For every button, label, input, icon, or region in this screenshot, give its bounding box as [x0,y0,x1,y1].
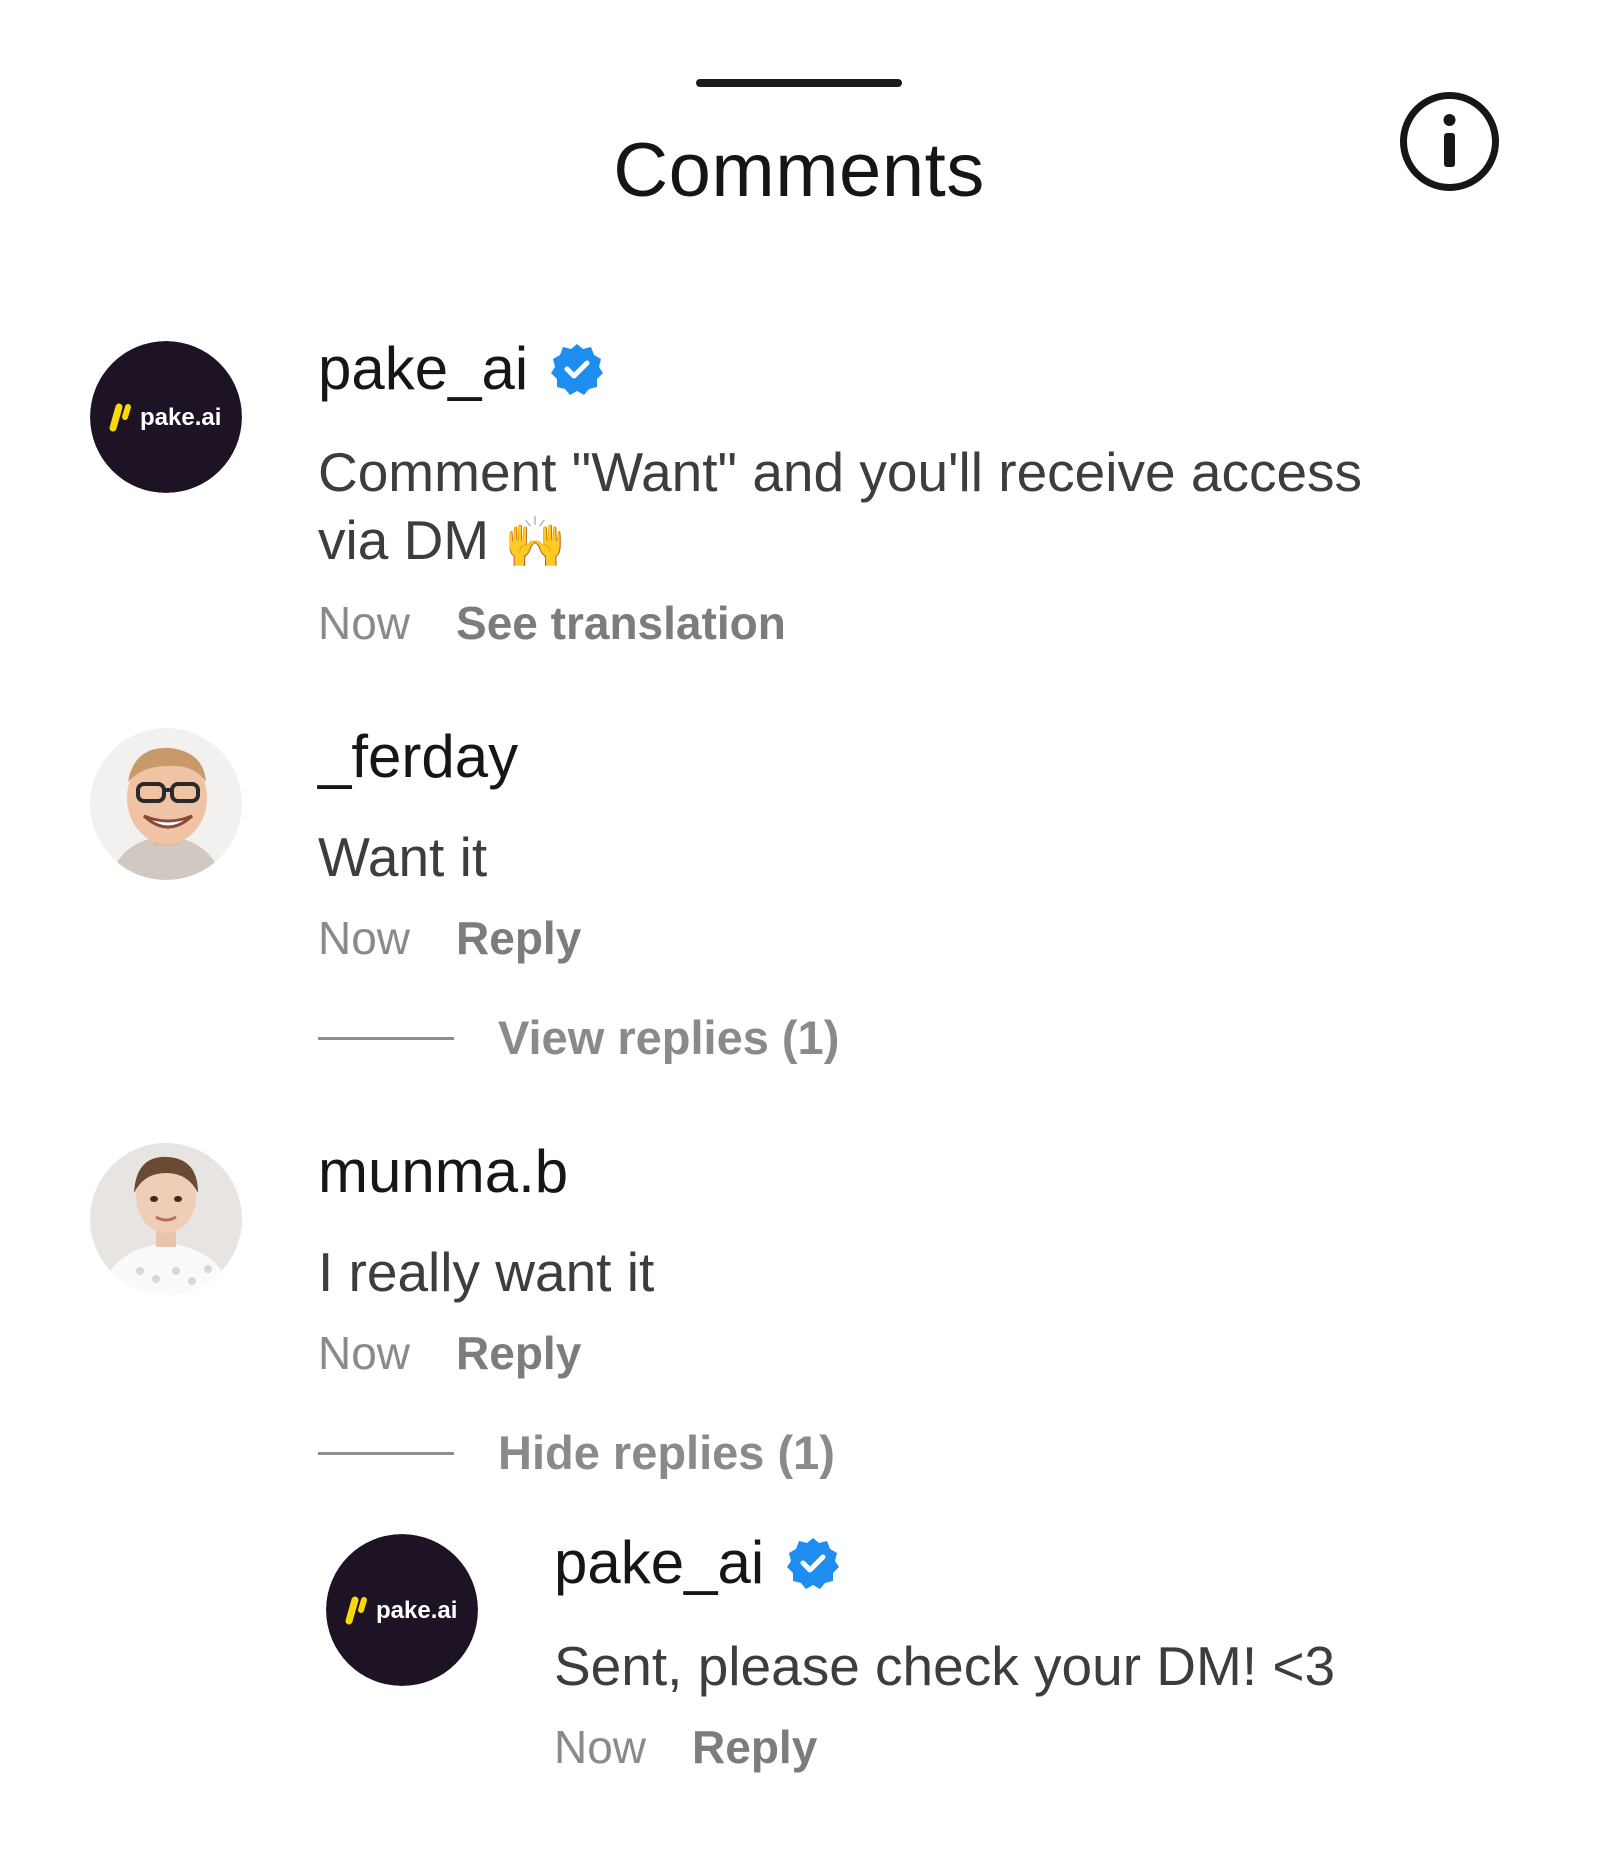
comment-username[interactable]: pake_ai [554,1528,764,1598]
reply-button[interactable]: Reply [692,1719,817,1775]
comment-text: Comment "Want" and you'll receive access… [318,438,1498,576]
comment-timestamp: Now [318,912,411,964]
divider [318,1036,454,1040]
comment-username[interactable]: pake_ai [318,334,528,404]
divider [318,1451,454,1455]
comment-timestamp: Now [318,597,411,649]
comment-username[interactable]: _ferday [318,722,518,792]
comment-timestamp: Now [554,1721,647,1773]
see-translation-button[interactable]: See translation [456,595,786,651]
verified-badge-icon [550,342,604,396]
avatar[interactable]: pake.ai [326,1534,478,1686]
avatar[interactable]: pake.ai [90,341,242,493]
info-icon[interactable] [1398,90,1501,193]
comment-text: Sent, please check your DM! <3 [554,1635,1336,1697]
drag-handle[interactable] [696,79,902,87]
avatar[interactable] [90,1143,242,1295]
avatar-logo-text: pake.ai [140,404,221,431]
comment-username[interactable]: munma.b [318,1137,568,1207]
hide-replies-label: Hide replies (1) [498,1426,835,1479]
view-replies-label: View replies (1) [498,1011,840,1064]
page-title: Comments [613,128,985,213]
view-replies-toggle[interactable]: View replies (1) [318,1010,839,1066]
reply-button[interactable]: Reply [456,910,581,966]
avatar[interactable] [90,728,242,880]
hide-replies-toggle[interactable]: Hide replies (1) [318,1425,835,1481]
comment-text-line: Comment "Want" and you'll receive access [318,441,1363,503]
reply-button[interactable]: Reply [456,1325,581,1381]
comment-timestamp: Now [318,1327,411,1379]
comment-text-line: via DM [318,509,490,571]
raised-hands-icon: 🙌 [504,513,567,571]
comment-text: I really want it [318,1241,655,1303]
avatar-logo-text: pake.ai [376,1597,457,1624]
verified-badge-icon [786,1536,840,1590]
comment-text: Want it [318,826,488,888]
